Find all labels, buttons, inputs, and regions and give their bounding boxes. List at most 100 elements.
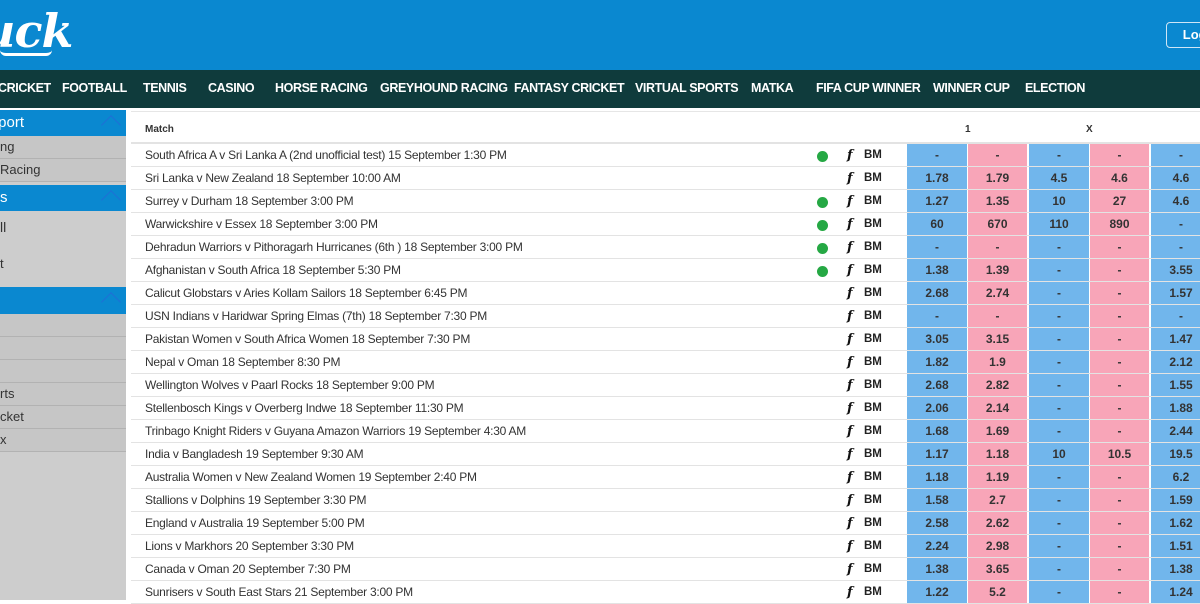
odds-lay-x[interactable]: - bbox=[1090, 236, 1149, 258]
match-name-link[interactable]: Stellenbosch Kings v Overberg Indwe 18 S… bbox=[145, 401, 464, 415]
odds-back-2[interactable]: 6.2 bbox=[1151, 466, 1200, 488]
table-row[interactable]: Trinbago Knight Riders v Guyana Amazon W… bbox=[131, 420, 1200, 443]
odds-back-2[interactable]: 2.44 bbox=[1151, 420, 1200, 442]
odds-lay-x[interactable]: - bbox=[1090, 420, 1149, 442]
odds-back-2[interactable]: 1.59 bbox=[1151, 489, 1200, 511]
nav-item-fifa-cup-winner[interactable]: FIFA CUP WINNER bbox=[816, 70, 921, 108]
match-name-link[interactable]: Stallions v Dolphins 19 September 3:30 P… bbox=[145, 493, 366, 507]
table-row[interactable]: Sunrisers v South East Stars 21 Septembe… bbox=[131, 581, 1200, 604]
sidebar-item[interactable]: t bbox=[0, 256, 4, 271]
odds-back-x[interactable]: - bbox=[1029, 420, 1089, 442]
odds-back-2[interactable]: 1.88 bbox=[1151, 397, 1200, 419]
odds-back-1[interactable]: 2.06 bbox=[907, 397, 967, 419]
match-name-link[interactable]: England v Australia 19 September 5:00 PM bbox=[145, 516, 365, 530]
odds-back-1[interactable]: 1.38 bbox=[907, 259, 967, 281]
login-button[interactable]: Login bbox=[1166, 22, 1200, 48]
odds-lay-1[interactable]: 2.62 bbox=[968, 512, 1027, 534]
chevron-up-icon[interactable] bbox=[101, 190, 121, 210]
nav-item-greyhound-racing[interactable]: GREYHOUND RACING bbox=[380, 70, 508, 108]
table-row[interactable]: Stellenbosch Kings v Overberg Indwe 18 S… bbox=[131, 397, 1200, 420]
sidebar-item[interactable]: rts bbox=[0, 383, 126, 406]
table-row[interactable]: Nepal v Oman 18 September 8:30 PM f BM 1.82… bbox=[131, 351, 1200, 374]
odds-lay-x[interactable]: 27 bbox=[1090, 190, 1149, 212]
odds-back-1[interactable]: 3.05 bbox=[907, 328, 967, 350]
match-name-link[interactable]: Canada v Oman 20 September 7:30 PM bbox=[145, 562, 351, 576]
nav-item-virtual-sports[interactable]: VIRTUAL SPORTS bbox=[635, 70, 739, 108]
odds-lay-x[interactable]: - bbox=[1090, 535, 1149, 557]
odds-lay-1[interactable]: 1.39 bbox=[968, 259, 1027, 281]
odds-lay-1[interactable]: - bbox=[968, 305, 1027, 327]
odds-back-2[interactable]: 1.62 bbox=[1151, 512, 1200, 534]
odds-back-x[interactable]: - bbox=[1029, 236, 1089, 258]
sidebar-section-header[interactable] bbox=[0, 287, 126, 314]
odds-lay-x[interactable]: 10.5 bbox=[1090, 443, 1149, 465]
match-name-link[interactable]: Sunrisers v South East Stars 21 Septembe… bbox=[145, 585, 413, 599]
odds-back-x[interactable]: - bbox=[1029, 259, 1089, 281]
odds-back-2[interactable]: - bbox=[1151, 144, 1200, 166]
table-row[interactable]: England v Australia 19 September 5:00 PM… bbox=[131, 512, 1200, 535]
odds-back-x[interactable]: - bbox=[1029, 144, 1089, 166]
sidebar-item[interactable]: x bbox=[0, 429, 126, 452]
chevron-up-icon[interactable] bbox=[101, 292, 121, 312]
match-name-link[interactable]: Sri Lanka v New Zealand 18 September 10:… bbox=[145, 171, 401, 185]
nav-item-winner-cup[interactable]: WINNER CUP bbox=[933, 70, 1010, 108]
nav-item-cricket[interactable]: CRICKET bbox=[0, 70, 51, 108]
table-row[interactable]: Lions v Markhors 20 September 3:30 PM f BM… bbox=[131, 535, 1200, 558]
odds-back-x[interactable]: - bbox=[1029, 466, 1089, 488]
table-row[interactable]: Warwickshire v Essex 18 September 3:00 P… bbox=[131, 213, 1200, 236]
match-name-link[interactable]: Dehradun Warriors v Pithoragarh Hurrican… bbox=[145, 240, 523, 254]
odds-lay-1[interactable]: 2.7 bbox=[968, 489, 1027, 511]
match-name-link[interactable]: India v Bangladesh 19 September 9:30 AM bbox=[145, 447, 364, 461]
odds-lay-1[interactable]: 3.65 bbox=[968, 558, 1027, 580]
table-row[interactable]: India v Bangladesh 19 September 9:30 AM f… bbox=[131, 443, 1200, 466]
table-row[interactable]: Sri Lanka v New Zealand 18 September 10:… bbox=[131, 167, 1200, 190]
odds-back-1[interactable]: 1.58 bbox=[907, 489, 967, 511]
table-row[interactable]: Stallions v Dolphins 19 September 3:30 P… bbox=[131, 489, 1200, 512]
match-name-link[interactable]: Trinbago Knight Riders v Guyana Amazon W… bbox=[145, 424, 526, 438]
odds-lay-1[interactable]: 2.14 bbox=[968, 397, 1027, 419]
odds-back-x[interactable]: - bbox=[1029, 328, 1089, 350]
table-row[interactable]: USN Indians v Haridwar Spring Elmas (7th… bbox=[131, 305, 1200, 328]
odds-back-2[interactable]: 1.47 bbox=[1151, 328, 1200, 350]
odds-lay-x[interactable]: - bbox=[1090, 144, 1149, 166]
sidebar-item[interactable] bbox=[0, 360, 126, 383]
odds-lay-x[interactable]: - bbox=[1090, 374, 1149, 396]
odds-lay-1[interactable]: 1.18 bbox=[968, 443, 1027, 465]
odds-back-x[interactable]: - bbox=[1029, 305, 1089, 327]
chevron-up-icon[interactable] bbox=[101, 115, 121, 135]
odds-lay-1[interactable]: 2.74 bbox=[968, 282, 1027, 304]
odds-back-1[interactable]: 1.17 bbox=[907, 443, 967, 465]
odds-lay-x[interactable]: - bbox=[1090, 489, 1149, 511]
odds-lay-1[interactable]: 2.98 bbox=[968, 535, 1027, 557]
odds-back-2[interactable]: 1.51 bbox=[1151, 535, 1200, 557]
odds-lay-1[interactable]: 1.19 bbox=[968, 466, 1027, 488]
odds-lay-x[interactable]: - bbox=[1090, 282, 1149, 304]
odds-lay-x[interactable]: - bbox=[1090, 328, 1149, 350]
match-name-link[interactable]: Australia Women v New Zealand Women 19 S… bbox=[145, 470, 477, 484]
table-row[interactable]: Afghanistan v South Africa 18 September … bbox=[131, 259, 1200, 282]
nav-item-matka[interactable]: MATKA bbox=[751, 70, 794, 108]
odds-back-x[interactable]: 4.5 bbox=[1029, 167, 1089, 189]
odds-lay-x[interactable]: 890 bbox=[1090, 213, 1149, 235]
odds-back-2[interactable]: - bbox=[1151, 305, 1200, 327]
odds-back-x[interactable]: - bbox=[1029, 558, 1089, 580]
odds-back-x[interactable]: - bbox=[1029, 282, 1089, 304]
sidebar-item[interactable] bbox=[0, 337, 126, 360]
odds-back-1[interactable]: 2.68 bbox=[907, 282, 967, 304]
odds-lay-1[interactable]: 3.15 bbox=[968, 328, 1027, 350]
odds-lay-1[interactable]: 1.79 bbox=[968, 167, 1027, 189]
match-name-link[interactable]: Calicut Globstars v Aries Kollam Sailors… bbox=[145, 286, 467, 300]
odds-back-x[interactable]: - bbox=[1029, 374, 1089, 396]
odds-back-1[interactable]: 60 bbox=[907, 213, 967, 235]
match-name-link[interactable]: Nepal v Oman 18 September 8:30 PM bbox=[145, 355, 340, 369]
sidebar-item[interactable]: ll bbox=[0, 219, 6, 235]
nav-item-election[interactable]: ELECTION bbox=[1025, 70, 1085, 108]
table-row[interactable]: Surrey v Durham 18 September 3:00 PM f BM 1… bbox=[131, 190, 1200, 213]
sidebar-item[interactable]: Racing bbox=[0, 159, 126, 182]
odds-back-2[interactable]: 2.12 bbox=[1151, 351, 1200, 373]
table-row[interactable]: South Africa A v Sri Lanka A (2nd unoffi… bbox=[131, 144, 1200, 167]
table-row[interactable]: Wellington Wolves v Paarl Rocks 18 Septe… bbox=[131, 374, 1200, 397]
match-name-link[interactable]: Warwickshire v Essex 18 September 3:00 P… bbox=[145, 217, 378, 231]
odds-lay-x[interactable]: - bbox=[1090, 466, 1149, 488]
odds-back-x[interactable]: - bbox=[1029, 351, 1089, 373]
